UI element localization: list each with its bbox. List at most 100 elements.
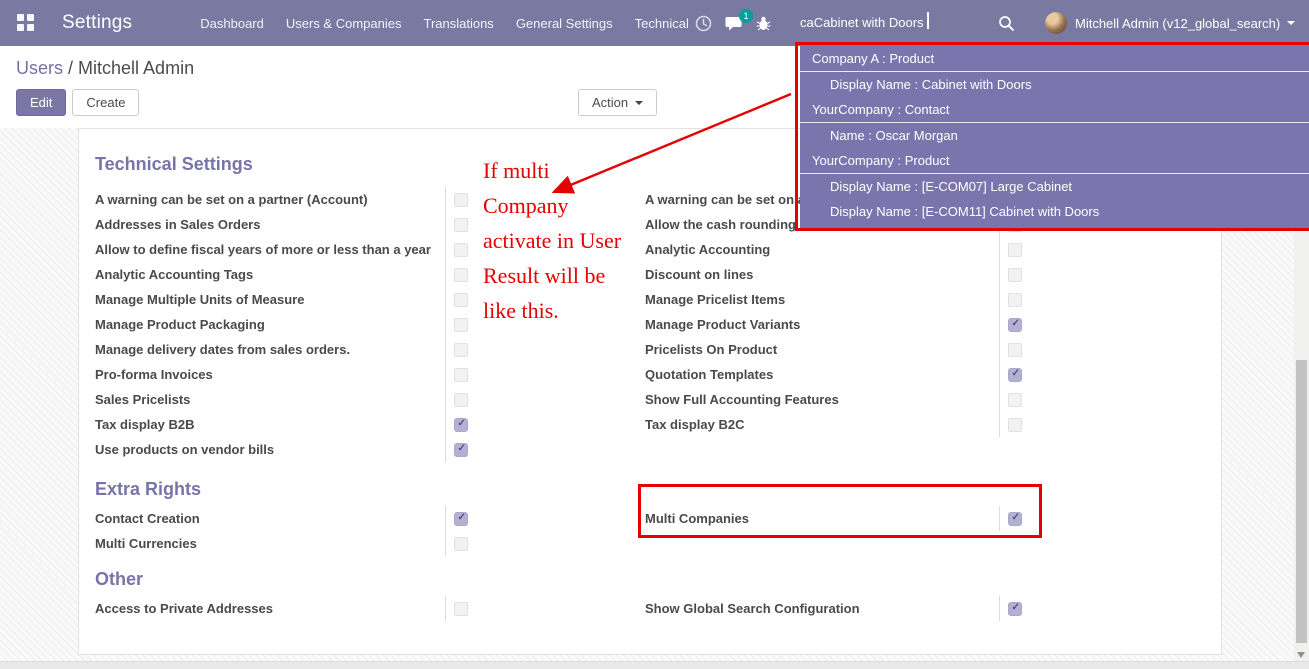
setting-label: Use products on vendor bills (95, 437, 446, 462)
checkbox[interactable] (454, 317, 468, 332)
action-dropdown-button[interactable]: Action (578, 89, 658, 116)
setting-row: Manage Pricelist Items (645, 287, 1022, 312)
action-button-label: Action (592, 95, 629, 110)
checkbox[interactable] (1008, 601, 1022, 616)
setting-label: A warning can be set on a partner (Accou… (95, 187, 446, 212)
setting-label: Manage Product Variants (645, 312, 1000, 337)
other-left-column: Access to Private Addresses (95, 596, 470, 621)
checkbox[interactable] (454, 536, 468, 551)
checkbox[interactable] (454, 292, 468, 307)
setting-row: Manage delivery dates from sales orders. (95, 337, 470, 362)
setting-row: Quotation Templates (645, 362, 1022, 387)
setting-row: Tax display B2C (645, 412, 1022, 437)
setting-row: Allow to define fiscal years of more or … (95, 237, 470, 262)
setting-row: Tax display B2B (95, 412, 470, 437)
setting-row: Use products on vendor bills (95, 437, 470, 462)
text-cursor (927, 12, 929, 29)
setting-label: Quotation Templates (645, 362, 1000, 387)
setting-row: Manage Product Variants (645, 312, 1022, 337)
create-button[interactable]: Create (72, 89, 140, 116)
user-menu-label[interactable]: Mitchell Admin (v12_global_search) (1075, 16, 1280, 31)
global-search-input[interactable] (800, 15, 986, 30)
setting-label: Analytic Accounting (645, 237, 1000, 262)
checkbox[interactable] (454, 417, 468, 432)
search-result-item[interactable]: Display Name : [E-COM11] Cabinet with Do… (800, 199, 1309, 224)
checkbox[interactable] (1008, 317, 1022, 332)
search-result-item[interactable]: Display Name : Cabinet with Doors (800, 72, 1309, 97)
setting-label: Multi Companies (645, 506, 1000, 531)
checkbox[interactable] (454, 267, 468, 282)
setting-label: Access to Private Addresses (95, 596, 446, 621)
nav-item-dashboard[interactable]: Dashboard (189, 0, 275, 46)
setting-label: Contact Creation (95, 506, 446, 531)
edit-button[interactable]: Edit (16, 89, 67, 116)
activity-clock-icon[interactable] (695, 15, 712, 32)
setting-row: Addresses in Sales Orders (95, 212, 470, 237)
nav-item-translations[interactable]: Translations (412, 0, 504, 46)
scrollbar-down-arrow-icon[interactable] (1297, 652, 1305, 658)
messages-icon[interactable]: 1 (725, 8, 753, 32)
setting-label: Manage Product Packaging (95, 312, 446, 337)
other-right-column: Show Global Search Configuration (645, 596, 1022, 621)
setting-row: Multi Currencies (95, 531, 470, 556)
setting-label: Addresses in Sales Orders (95, 212, 446, 237)
setting-row: Manage Multiple Units of Measure (95, 287, 470, 312)
technical-right-column: A warning can be set on a Allow the cash… (645, 187, 1022, 462)
checkbox[interactable] (1008, 342, 1022, 357)
checkbox[interactable] (1008, 417, 1022, 432)
debug-bug-icon[interactable] (755, 15, 772, 32)
setting-label: Manage Pricelist Items (645, 287, 1000, 312)
checkbox[interactable] (454, 511, 468, 526)
checkbox[interactable] (454, 442, 468, 457)
chevron-down-icon[interactable] (1287, 21, 1296, 25)
checkbox[interactable] (454, 392, 468, 407)
search-icon[interactable] (998, 15, 1015, 32)
section-title-extra-rights: Extra Rights (95, 479, 202, 499)
other-grid: Access to Private Addresses Show Global … (95, 596, 1205, 621)
search-result-item[interactable]: Name : Oscar Morgan (800, 123, 1309, 148)
checkbox[interactable] (454, 342, 468, 357)
checkbox[interactable] (454, 367, 468, 382)
app-title[interactable]: Settings (62, 12, 132, 34)
setting-label: Show Global Search Configuration (645, 596, 1000, 621)
checkbox[interactable] (1008, 392, 1022, 407)
top-navbar: Settings Dashboard Users & Companies Tra… (0, 0, 1309, 46)
user-avatar[interactable] (1045, 12, 1067, 34)
setting-row: Show Global Search Configuration (645, 596, 1022, 621)
setting-label: Analytic Accounting Tags (95, 262, 446, 287)
checkbox[interactable] (1008, 267, 1022, 282)
setting-row: Access to Private Addresses (95, 596, 470, 621)
checkbox[interactable] (1008, 292, 1022, 307)
checkbox[interactable] (454, 192, 468, 207)
search-result-item[interactable]: Display Name : [E-COM07] Large Cabinet (800, 174, 1309, 199)
search-result-group-header[interactable]: YourCompany : Product (800, 148, 1309, 174)
technical-left-column: A warning can be set on a partner (Accou… (95, 187, 470, 462)
messages-badge: 1 (739, 8, 753, 23)
checkbox[interactable] (454, 242, 468, 257)
checkbox[interactable] (1008, 367, 1022, 382)
setting-label: Show Full Accounting Features (645, 387, 1000, 412)
extra-rights-grid: Contact Creation Multi Currencies Multi … (95, 506, 1205, 556)
setting-label: Pro-forma Invoices (95, 362, 446, 387)
setting-label: Manage Multiple Units of Measure (95, 287, 446, 312)
nav-item-general-settings[interactable]: General Settings (505, 0, 624, 46)
checkbox[interactable] (1008, 511, 1022, 526)
setting-row: Analytic Accounting Tags (95, 262, 470, 287)
caret-down-icon (635, 100, 644, 105)
setting-row: Show Full Accounting Features (645, 387, 1022, 412)
search-result-group-header[interactable]: YourCompany : Contact (800, 97, 1309, 123)
apps-menu-icon[interactable] (17, 14, 35, 32)
nav-item-users-companies[interactable]: Users & Companies (275, 0, 413, 46)
breadcrumb-current: Mitchell Admin (78, 58, 195, 78)
setting-row: Discount on lines (645, 262, 1022, 287)
breadcrumb-users-link[interactable]: Users (16, 58, 63, 78)
vertical-scrollbar-thumb[interactable] (1296, 360, 1307, 643)
nav-menu: Dashboard Users & Companies Translations… (189, 0, 700, 46)
setting-label: Tax display B2B (95, 412, 446, 437)
extra-rights-right-column: Multi Companies (645, 506, 1022, 556)
horizontal-scrollbar[interactable] (0, 661, 1309, 669)
checkbox[interactable] (454, 217, 468, 232)
search-result-group-header[interactable]: Company A : Product (800, 46, 1309, 72)
checkbox[interactable] (454, 601, 468, 616)
checkbox[interactable] (1008, 242, 1022, 257)
